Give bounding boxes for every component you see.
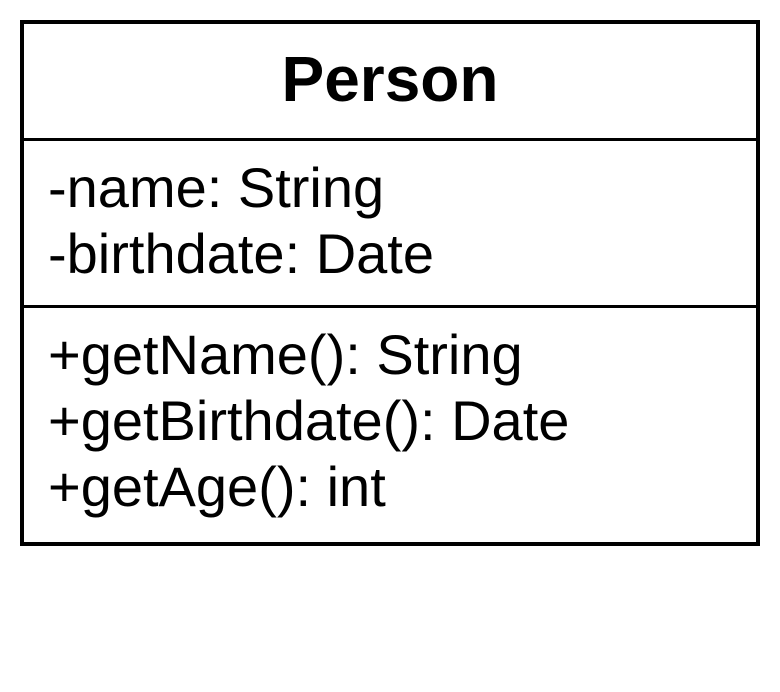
uml-methods-section: +getName(): String +getBirthdate(): Date… (24, 308, 756, 542)
uml-attribute: -birthdate: Date (48, 221, 732, 287)
uml-method: +getName(): String (48, 322, 732, 388)
uml-class-name-section: Person (24, 24, 756, 141)
uml-class-box: Person -name: String -birthdate: Date +g… (20, 20, 760, 546)
uml-method: +getBirthdate(): Date (48, 388, 732, 454)
uml-attributes-section: -name: String -birthdate: Date (24, 141, 756, 308)
uml-method: +getAge(): int (48, 454, 732, 520)
uml-attribute: -name: String (48, 155, 732, 221)
uml-class-name: Person (48, 42, 732, 116)
